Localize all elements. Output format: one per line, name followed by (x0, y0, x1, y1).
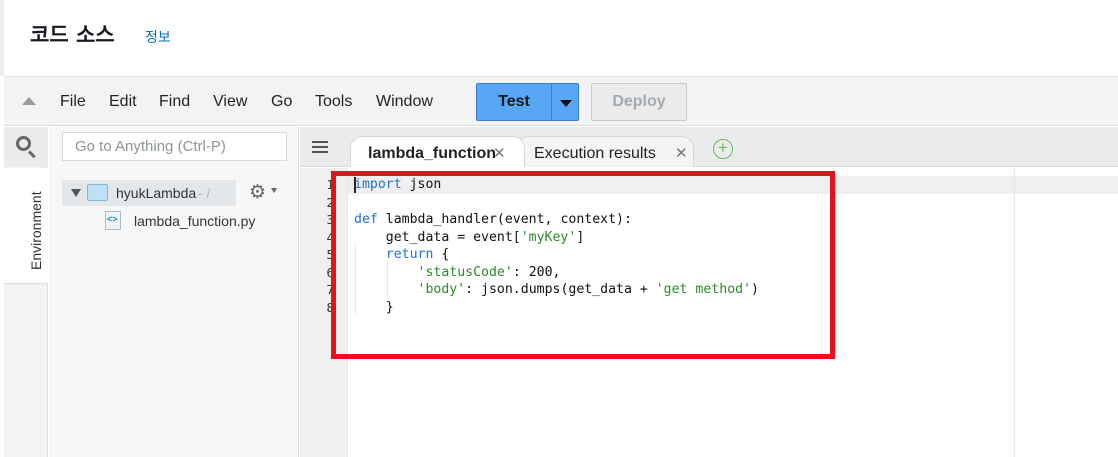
left-rail: Environment (4, 127, 48, 457)
line-number: 1 (326, 177, 334, 192)
tab-label: Execution results (534, 145, 656, 162)
close-icon[interactable]: ✕ (675, 144, 688, 162)
folder-icon (87, 184, 108, 201)
tab-list-icon[interactable] (312, 141, 328, 153)
menu-go[interactable]: Go (271, 93, 292, 111)
rail-search-button[interactable] (4, 127, 48, 167)
line-number: 8 (326, 299, 334, 315)
environment-tab[interactable]: Environment (4, 168, 48, 284)
info-link[interactable]: 정보 (145, 27, 171, 47)
highlight-box (331, 171, 835, 359)
menu-find[interactable]: Find (159, 93, 190, 111)
line-number: 4 (326, 229, 334, 245)
add-tab-icon[interactable]: + (713, 139, 733, 159)
folder-name: hyukLambda (116, 185, 197, 201)
test-button[interactable]: Test (476, 83, 552, 121)
environment-label: Environment (28, 191, 44, 270)
tab-lambda-function[interactable]: lambda_function ✕ (350, 136, 525, 167)
test-dropdown-button[interactable] (551, 83, 579, 121)
folder-path-suffix: - / (198, 185, 211, 201)
file-tree-panel: Go to Anything (Ctrl-P) hyukLambda - / ⚙… (49, 127, 299, 457)
page-header: 코드 소스 정보 (0, 0, 1118, 76)
menu-bar: File Edit Find View Go Tools Window Test… (4, 76, 1118, 126)
line-number: 5 (326, 247, 334, 262)
line-number: 6 (326, 264, 334, 280)
menu-edit[interactable]: Edit (109, 93, 137, 111)
expand-triangle-icon[interactable] (71, 189, 81, 197)
folder-row[interactable]: hyukLambda - / (62, 180, 236, 206)
menu-window[interactable]: Window (376, 93, 433, 111)
search-icon (16, 136, 31, 151)
editor-tab-strip: Execution results ✕ lambda_function ✕ + (300, 127, 1118, 167)
line-number: 7 (326, 282, 334, 297)
gear-icon[interactable]: ⚙ (249, 181, 266, 204)
menu-tools[interactable]: Tools (315, 93, 352, 111)
menu-file[interactable]: File (60, 93, 86, 111)
line-number: 2 (326, 194, 334, 210)
tab-execution-results[interactable]: Execution results ✕ (516, 136, 694, 167)
file-item[interactable]: lambda_function.py (134, 213, 255, 229)
deploy-button[interactable]: Deploy (591, 83, 687, 121)
line-number: 3 (326, 212, 334, 227)
close-icon[interactable]: ✕ (493, 144, 506, 162)
goto-anything-input[interactable]: Go to Anything (Ctrl-P) (62, 132, 287, 161)
chevron-down-icon[interactable] (271, 188, 277, 193)
tab-label: lambda_function (368, 145, 497, 162)
python-file-icon (105, 211, 121, 230)
page-title: 코드 소스 (30, 23, 115, 47)
print-margin (1014, 168, 1015, 457)
collapse-up-icon[interactable] (22, 97, 36, 105)
menu-view[interactable]: View (213, 93, 247, 111)
